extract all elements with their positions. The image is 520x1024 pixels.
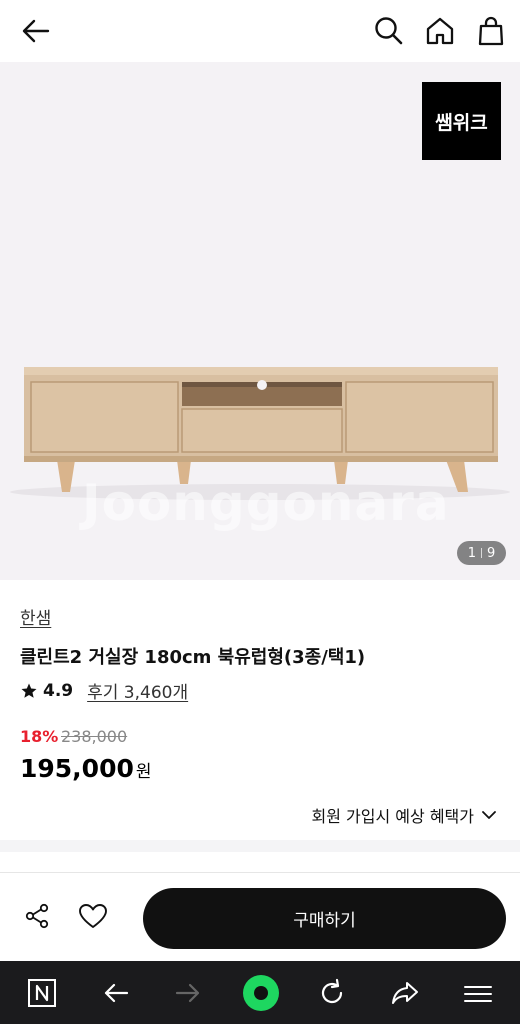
browser-home-icon[interactable] xyxy=(241,973,281,1013)
share-icon[interactable] xyxy=(24,903,50,929)
browser-forward-icon[interactable] xyxy=(172,977,204,1009)
rating-row: 4.9 후기 3,460개 xyxy=(20,678,188,703)
share-forward-icon[interactable] xyxy=(389,977,421,1009)
heart-icon[interactable] xyxy=(78,903,108,929)
original-price: 238,000 xyxy=(61,727,128,746)
price-unit: 원 xyxy=(135,762,152,782)
image-counter-current: 1 xyxy=(467,545,476,561)
sale-price: 195,000 원 xyxy=(20,754,152,783)
naver-n-icon[interactable] xyxy=(26,977,58,1009)
menu-icon[interactable] xyxy=(462,977,494,1009)
home-icon[interactable] xyxy=(423,14,457,48)
browser-navigation-bar xyxy=(0,961,520,1024)
product-title: 클린트2 거실장 180cm 북유럽형(3종/택1) xyxy=(20,647,366,668)
sale-price-value: 195,000 xyxy=(20,754,134,783)
discount-rate: 18% xyxy=(20,727,59,746)
rating-score: 4.9 xyxy=(43,680,74,701)
buy-button[interactable]: 구매하기 xyxy=(143,888,506,949)
top-navigation-bar xyxy=(0,0,520,62)
browser-back-icon[interactable] xyxy=(100,977,132,1009)
brand-badge: 쌤위크 xyxy=(422,82,501,160)
search-icon[interactable] xyxy=(372,14,406,48)
image-counter: 1 9 xyxy=(457,541,506,565)
watermark-text: Joonggonara xyxy=(82,474,450,532)
star-icon xyxy=(21,683,37,698)
member-benefit-label: 회원 가입시 예상 혜택가 xyxy=(311,807,474,826)
back-arrow-icon[interactable] xyxy=(18,14,54,48)
refresh-icon[interactable] xyxy=(316,977,348,1009)
image-counter-total: 9 xyxy=(487,545,496,561)
chevron-down-icon xyxy=(482,811,496,819)
purchase-action-bar: 구매하기 xyxy=(0,872,520,961)
section-divider xyxy=(0,840,520,852)
reviews-link[interactable]: 후기 3,460개 xyxy=(87,678,188,703)
seller-link[interactable]: 한샘 xyxy=(20,604,51,629)
product-image-carousel[interactable]: 쌤위크 Joonggonara 1 9 xyxy=(0,62,520,580)
member-benefit-toggle[interactable]: 회원 가입시 예상 혜택가 xyxy=(312,803,496,827)
image-counter-divider xyxy=(481,548,482,558)
shopping-bag-icon[interactable] xyxy=(474,14,508,48)
